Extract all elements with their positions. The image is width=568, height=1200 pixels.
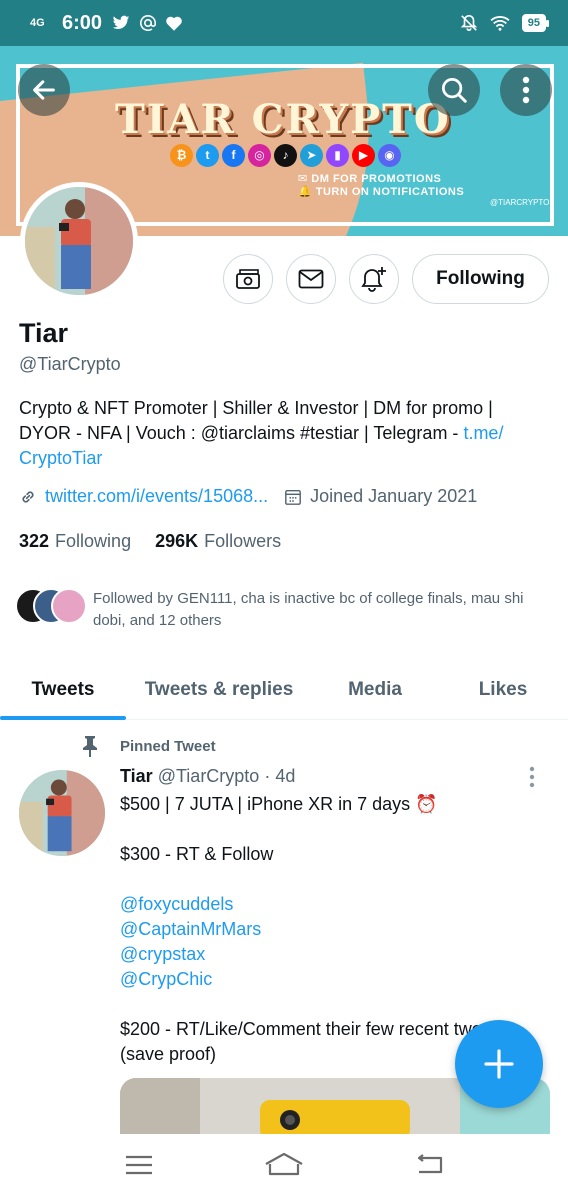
- search-button[interactable]: [428, 64, 480, 116]
- tab-tweets[interactable]: Tweets: [0, 660, 126, 720]
- wifi-icon: [490, 16, 510, 31]
- tab-tweets-replies[interactable]: Tweets & replies: [126, 660, 312, 720]
- mention-link[interactable]: @foxycuddels: [120, 892, 550, 917]
- envelope-icon: [298, 269, 324, 289]
- back-arrow-icon: [417, 1153, 442, 1173]
- battery-level: 95: [527, 17, 540, 29]
- followers-count-link[interactable]: 296K Followers: [155, 531, 281, 552]
- banner-line-2: 🔔 TURN ON NOTIFICATIONS: [298, 186, 465, 198]
- instagram-icon: ◎: [248, 144, 271, 167]
- avatar-image: [19, 770, 105, 856]
- youtube-icon: ▶: [352, 144, 375, 167]
- twitch-icon: ▮: [326, 144, 349, 167]
- pin-icon: [83, 736, 97, 757]
- mention-link[interactable]: @crypstax: [120, 942, 550, 967]
- bell-plus-icon: [361, 267, 386, 292]
- following-count-link[interactable]: 322 Following: [19, 531, 131, 552]
- joined-date: Joined January 2021: [310, 486, 478, 506]
- arrow-left-icon: [33, 80, 55, 100]
- heart-icon: [166, 16, 182, 31]
- mention-link[interactable]: @CaptainMrMars: [120, 917, 550, 942]
- follow-counts: 322 Following 296K Followers: [19, 531, 281, 552]
- followed-by-row[interactable]: Followed by GEN111, cha is inactive bc o…: [15, 588, 543, 632]
- link-icon: [22, 490, 34, 503]
- calendar-icon: [285, 489, 302, 505]
- tweet-author-handle[interactable]: @TiarCrypto: [158, 766, 260, 786]
- home-icon: [265, 1152, 303, 1175]
- back-nav-button[interactable]: [415, 1153, 443, 1181]
- tab-media[interactable]: Media: [312, 660, 438, 720]
- mute-icon: [460, 14, 478, 31]
- banner-line-1: ✉ DM FOR PROMOTIONS: [298, 173, 442, 185]
- pinned-label: Pinned Tweet: [80, 735, 216, 757]
- profile-avatar[interactable]: [20, 182, 138, 300]
- tiktok-icon: ♪: [274, 144, 297, 167]
- notifications-button[interactable]: [349, 254, 399, 304]
- more-vertical-icon: [522, 76, 530, 104]
- system-navigation-bar: [0, 1134, 568, 1200]
- tweet-more-button[interactable]: [528, 766, 536, 793]
- menu-icon: [126, 1155, 153, 1174]
- telegram-icon: ➤: [300, 144, 323, 167]
- home-button[interactable]: [264, 1152, 304, 1183]
- twitter-icon: t: [196, 144, 219, 167]
- more-vertical-icon: [529, 766, 535, 788]
- back-button[interactable]: [18, 64, 70, 116]
- more-options-button[interactable]: [500, 64, 552, 116]
- tweet-header: Tiar @TiarCrypto · 4d: [120, 766, 295, 787]
- profile-bio: Crypto & NFT Promoter | Shiller & Invest…: [19, 398, 504, 468]
- clock: 6:00: [62, 11, 103, 34]
- following-button[interactable]: Following: [412, 254, 549, 304]
- search-icon: [442, 78, 467, 103]
- tweet-author-name[interactable]: Tiar: [120, 766, 153, 786]
- banner-title: TIAR CRYPTO: [115, 96, 451, 143]
- compose-tweet-button[interactable]: [455, 1020, 543, 1108]
- banner-social-icons: ₿ t f ◎ ♪ ➤ ▮ ▶ ◉: [170, 144, 401, 167]
- status-bar: 4G 6:00 95: [0, 0, 568, 46]
- tweet-time: · 4d: [264, 766, 296, 786]
- plus-icon: [484, 1049, 514, 1079]
- profile-meta: twitter.com/i/events/15068... Joined Jan…: [19, 486, 477, 507]
- tip-jar-button[interactable]: [223, 254, 273, 304]
- followers-count: 296K: [155, 531, 199, 551]
- profile-handle: @TiarCrypto: [19, 354, 121, 374]
- facebook-icon: f: [222, 144, 245, 167]
- bitcoin-icon: ₿: [170, 144, 193, 167]
- money-icon: [236, 269, 260, 289]
- network-indicator: 4G: [30, 17, 45, 29]
- discord-icon: ◉: [378, 144, 401, 167]
- twitter-icon: [112, 15, 130, 30]
- banner-handle: @TIARCRYPTO: [490, 198, 550, 207]
- tab-likes[interactable]: Likes: [438, 660, 568, 720]
- profile-tabs: Tweets Tweets & replies Media Likes: [0, 660, 568, 720]
- following-count: 322: [19, 531, 50, 551]
- mention-link[interactable]: @CrypChic: [120, 967, 550, 992]
- battery-icon: 95: [521, 14, 550, 32]
- followed-by-text: Followed by GEN111, cha is inactive bc o…: [93, 590, 524, 629]
- follower-avatar: [51, 588, 87, 624]
- recent-apps-button[interactable]: [125, 1155, 153, 1180]
- avatar-image: [25, 187, 133, 295]
- at-icon: [140, 15, 157, 31]
- profile-url[interactable]: twitter.com/i/events/15068...: [45, 486, 268, 507]
- tweet-author-avatar[interactable]: [19, 770, 105, 856]
- message-button[interactable]: [286, 254, 336, 304]
- profile-name: Tiar: [19, 318, 69, 348]
